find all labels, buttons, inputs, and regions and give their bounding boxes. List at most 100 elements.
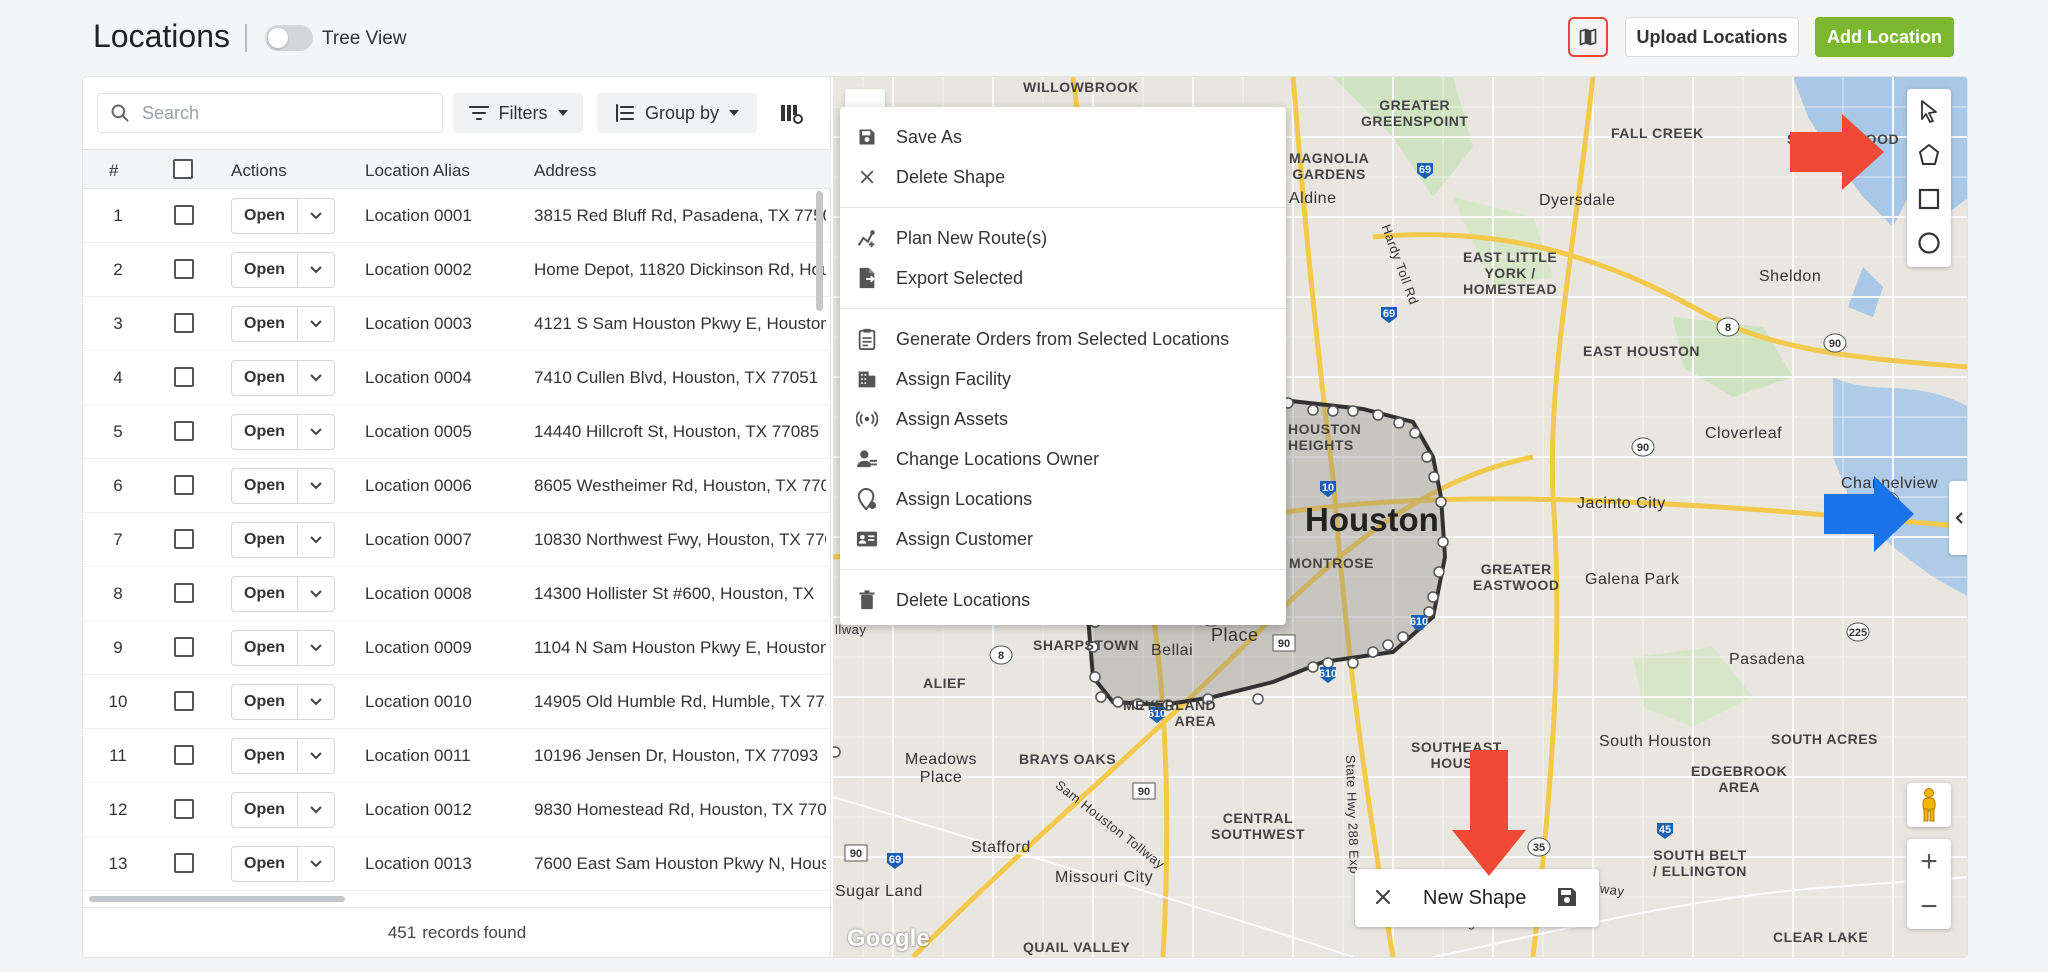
add-location-button[interactable]: Add Location <box>1815 17 1954 57</box>
table-row[interactable]: 11 Open Location 0011 10196 Jensen Dr, Hous… <box>83 729 831 783</box>
rectangle-icon <box>1918 188 1940 210</box>
street-view-button[interactable] <box>1907 783 1951 827</box>
open-button[interactable]: Open <box>231 198 298 234</box>
open-button[interactable]: Open <box>231 306 298 342</box>
menu-delete-locations[interactable]: Delete Locations <box>840 580 1286 620</box>
zoom-in-button[interactable]: + <box>1907 839 1951 884</box>
row-checkbox[interactable] <box>174 475 194 495</box>
horizontal-scrollbar[interactable] <box>89 896 345 902</box>
menu-save-as[interactable]: Save As <box>840 117 1286 157</box>
actions-dropdown-button[interactable] <box>297 306 335 342</box>
row-checkbox[interactable] <box>174 529 194 549</box>
row-checkbox[interactable] <box>174 205 194 225</box>
actions-dropdown-button[interactable] <box>297 738 335 774</box>
circle-tool[interactable] <box>1907 221 1951 265</box>
table-row[interactable]: 9 Open Location 0009 1104 N Sam Houston Pkw… <box>83 621 831 675</box>
table-row[interactable]: 1 Open Location 0001 3815 Red Bluff Rd, Pas… <box>83 189 831 243</box>
cancel-shape-button[interactable] <box>1371 885 1395 914</box>
collapse-panel-button[interactable] <box>1949 481 1967 555</box>
row-checkbox[interactable] <box>174 637 194 657</box>
svg-text:8: 8 <box>998 650 1004 662</box>
menu-plan-new-routes[interactable]: Plan New Route(s) <box>840 218 1286 258</box>
menu-change-owner[interactable]: Change Locations Owner <box>840 439 1286 479</box>
table-row[interactable]: 3 Open Location 0003 4121 S Sam Houston Pkw… <box>83 297 831 351</box>
row-checkbox[interactable] <box>174 421 194 441</box>
row-checkbox[interactable] <box>174 583 194 603</box>
actions-dropdown-button[interactable] <box>297 630 335 666</box>
rectangle-tool[interactable] <box>1907 177 1951 221</box>
open-button[interactable]: Open <box>231 846 298 882</box>
menu-assign-customer[interactable]: Assign Customer <box>840 519 1286 559</box>
actions-dropdown-button[interactable] <box>297 360 335 396</box>
actions-dropdown-button[interactable] <box>297 468 335 504</box>
actions-dropdown-button[interactable] <box>297 792 335 828</box>
search-input[interactable] <box>142 102 422 124</box>
select-tool[interactable] <box>1907 89 1951 133</box>
menu-assign-facility[interactable]: Assign Facility <box>840 359 1286 399</box>
search-box[interactable] <box>97 93 443 133</box>
open-button[interactable]: Open <box>231 522 298 558</box>
zoom-out-button[interactable]: − <box>1907 884 1951 929</box>
table-row[interactable]: 7 Open Location 0007 10830 Northwest Fwy, H… <box>83 513 831 567</box>
open-button[interactable]: Open <box>231 414 298 450</box>
open-button[interactable]: Open <box>231 738 298 774</box>
location-alias: Location 0003 <box>365 314 472 333</box>
open-button[interactable]: Open <box>231 360 298 396</box>
col-location-alias[interactable]: Location Alias <box>365 161 470 181</box>
chevron-down-icon <box>729 110 740 116</box>
col-address[interactable]: Address <box>534 161 596 181</box>
actions-dropdown-button[interactable] <box>297 522 335 558</box>
user-owner-icon <box>857 450 877 468</box>
row-number: 10 <box>108 692 128 711</box>
table-row[interactable]: 13 Open Location 0013 7600 East Sam Houston… <box>83 837 831 891</box>
actions-dropdown-button[interactable] <box>297 846 335 882</box>
row-checkbox[interactable] <box>174 367 194 387</box>
open-button[interactable]: Open <box>231 468 298 504</box>
location-address: 7410 Cullen Blvd, Houston, TX 77051 <box>534 368 819 387</box>
map-label-aldine: Aldine <box>1289 190 1337 207</box>
menu-delete-shape[interactable]: Delete Shape <box>840 157 1286 197</box>
actions-dropdown-button[interactable] <box>297 576 335 612</box>
table-row[interactable]: 5 Open Location 0005 14440 Hillcroft St, Ho… <box>83 405 831 459</box>
row-checkbox[interactable] <box>174 799 194 819</box>
group-by-button[interactable]: Group by <box>597 93 757 133</box>
row-checkbox[interactable] <box>174 259 194 279</box>
table-row[interactable]: 4 Open Location 0004 7410 Cullen Blvd, Hous… <box>83 351 831 405</box>
menu-generate-orders[interactable]: Generate Orders from Selected Locations <box>840 319 1286 359</box>
table-row[interactable]: 12 Open Location 0012 9830 Homestead Rd, Ho… <box>83 783 831 837</box>
polygon-tool[interactable] <box>1907 133 1951 177</box>
row-checkbox[interactable] <box>174 745 194 765</box>
toggle-knob <box>268 28 288 48</box>
open-button[interactable]: Open <box>231 684 298 720</box>
open-button[interactable]: Open <box>231 792 298 828</box>
row-checkbox[interactable] <box>174 853 194 873</box>
table-row[interactable]: 10 Open Location 0010 14905 Old Humble Rd, … <box>83 675 831 729</box>
actions-dropdown-button[interactable] <box>297 198 335 234</box>
map-view-button[interactable] <box>1568 17 1608 57</box>
tree-view-toggle[interactable] <box>265 25 313 51</box>
tree-view-label: Tree View <box>322 28 407 49</box>
menu-assign-locations[interactable]: Assign Locations <box>840 479 1286 519</box>
row-number: 12 <box>108 800 128 819</box>
actions-dropdown-button[interactable] <box>297 414 335 450</box>
open-button[interactable]: Open <box>231 576 298 612</box>
table-row[interactable]: 2 Open Location 0002 Home Depot, 11820 Dick… <box>83 243 831 297</box>
vertical-scrollbar[interactable] <box>816 191 823 311</box>
row-checkbox[interactable] <box>174 691 194 711</box>
column-settings-button[interactable] <box>777 99 807 129</box>
select-all-checkbox[interactable] <box>173 159 193 179</box>
menu-assign-assets[interactable]: Assign Assets <box>840 399 1286 439</box>
upload-locations-button[interactable]: Upload Locations <box>1625 17 1799 57</box>
open-button[interactable]: Open <box>231 252 298 288</box>
filters-button[interactable]: Filters <box>453 93 583 133</box>
table-row[interactable]: 6 Open Location 0006 8605 Westheimer Rd, Ho… <box>83 459 831 513</box>
open-button[interactable]: Open <box>231 630 298 666</box>
table-row[interactable]: 8 Open Location 0008 14300 Hollister St #60… <box>83 567 831 621</box>
save-shape-button[interactable] <box>1555 885 1579 914</box>
actions-dropdown-button[interactable] <box>297 684 335 720</box>
row-checkbox[interactable] <box>174 313 194 333</box>
chevron-down-icon <box>310 644 322 652</box>
menu-label: Assign Facility <box>896 368 1012 389</box>
actions-dropdown-button[interactable] <box>297 252 335 288</box>
menu-export-selected[interactable]: Export Selected <box>840 258 1286 298</box>
